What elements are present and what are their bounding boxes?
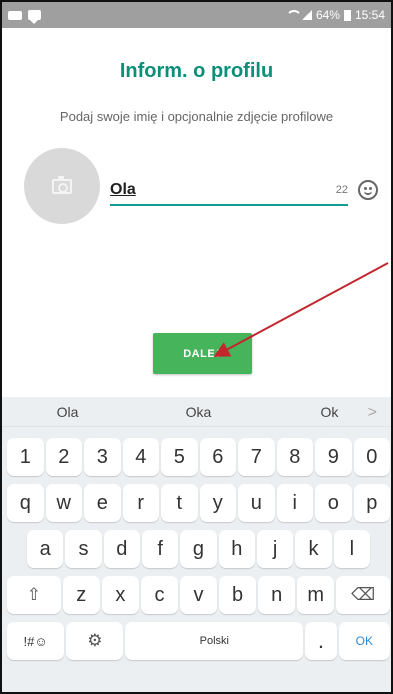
suggestions-next-arrow[interactable]: > <box>368 404 377 422</box>
shift-key[interactable]: ⇧ <box>7 576 61 614</box>
key-w[interactable]: w <box>45 484 82 522</box>
key-f[interactable]: f <box>141 530 179 568</box>
name-input[interactable]: Ola 22 <box>110 176 348 206</box>
key-d[interactable]: d <box>103 530 140 568</box>
key-r[interactable]: r <box>122 484 159 522</box>
key-9[interactable]: 9 <box>315 438 352 476</box>
phone-screen: 64% 15:54 Inform. o profilu Podaj swoje … <box>0 0 393 694</box>
key-e[interactable]: e <box>84 484 121 522</box>
key-8[interactable]: 8 <box>276 438 313 476</box>
key-7[interactable]: 7 <box>238 438 275 476</box>
key-s[interactable]: s <box>65 530 102 568</box>
letter-row-z: ⇧ z x c v b n m ⌫ <box>7 576 391 614</box>
key-5[interactable]: 5 <box>161 438 198 476</box>
profile-subtitle: Podaj swoje imię i opcjonalnie zdjęcie p… <box>59 109 334 124</box>
emoji-icon[interactable] <box>358 180 378 200</box>
key-y[interactable]: y <box>199 484 236 522</box>
next-button[interactable]: DALEJ <box>153 333 252 374</box>
battery-percent: 64% <box>315 8 340 22</box>
key-6[interactable]: 6 <box>199 438 236 476</box>
suggestion-oka[interactable]: Oka <box>133 404 264 420</box>
letter-row-q: q w e r t y u i o p <box>7 484 390 522</box>
period-key[interactable]: . <box>305 622 337 660</box>
key-2[interactable]: 2 <box>45 438 82 476</box>
wifi-icon <box>285 10 302 20</box>
status-right: 64% 15:54 <box>285 8 385 22</box>
key-a[interactable]: a <box>27 530 64 568</box>
profile-photo-button[interactable] <box>24 148 100 224</box>
word-suggestions: Ola Oka Ok > <box>2 397 391 427</box>
suggestion-ola[interactable]: Ola <box>2 404 133 420</box>
key-p[interactable]: p <box>353 484 390 522</box>
key-j[interactable]: j <box>256 530 294 568</box>
backspace-key[interactable]: ⌫ <box>336 576 391 614</box>
key-t[interactable]: t <box>161 484 198 522</box>
page-title: Inform. o profilu <box>119 60 274 82</box>
key-c[interactable]: c <box>140 576 178 614</box>
status-left-icons <box>8 10 41 24</box>
symbols-key[interactable]: !#☺ <box>7 622 65 660</box>
settings-key[interactable]: ⚙ <box>66 622 124 660</box>
key-3[interactable]: 3 <box>84 438 121 476</box>
keyboard: Ola Oka Ok > 1 2 3 4 5 6 7 8 9 0 q w e r… <box>2 397 391 692</box>
status-bar: 64% 15:54 <box>2 2 391 28</box>
number-row: 1 2 3 4 5 6 7 8 9 0 <box>7 438 390 476</box>
key-o[interactable]: o <box>315 484 352 522</box>
key-k[interactable]: k <box>295 530 332 568</box>
battery-icon <box>343 9 351 21</box>
key-g[interactable]: g <box>180 530 217 568</box>
chat-icon <box>28 10 41 24</box>
smile-mark <box>364 190 372 195</box>
key-l[interactable]: l <box>333 530 370 568</box>
key-4[interactable]: 4 <box>122 438 159 476</box>
key-h[interactable]: h <box>218 530 255 568</box>
camera-icon <box>52 175 72 194</box>
name-value: Ola <box>110 181 136 198</box>
key-n[interactable]: n <box>258 576 296 614</box>
key-b[interactable]: b <box>219 576 257 614</box>
gear-icon: ⚙ <box>87 631 103 650</box>
backspace-icon: ⌫ <box>351 585 376 604</box>
remaining-characters: 22 <box>335 184 348 196</box>
key-q[interactable]: q <box>7 484 44 522</box>
space-key[interactable]: Polski <box>125 622 304 660</box>
key-u[interactable]: u <box>238 484 275 522</box>
notification-icon <box>8 10 22 20</box>
key-0[interactable]: 0 <box>353 438 390 476</box>
key-v[interactable]: v <box>179 576 218 614</box>
letter-row-a: a s d f g h j k l <box>7 530 390 568</box>
status-time: 15:54 <box>354 8 385 22</box>
signal-icon <box>301 10 312 20</box>
key-x[interactable]: x <box>101 576 139 614</box>
key-1[interactable]: 1 <box>7 438 44 476</box>
key-i[interactable]: i <box>276 484 313 522</box>
bottom-row: !#☺ ⚙ Polski . OK <box>7 622 390 660</box>
shift-icon: ⇧ <box>26 585 41 604</box>
key-m[interactable]: m <box>297 576 335 614</box>
key-z[interactable]: z <box>62 576 100 614</box>
ok-key[interactable]: OK <box>338 622 390 660</box>
